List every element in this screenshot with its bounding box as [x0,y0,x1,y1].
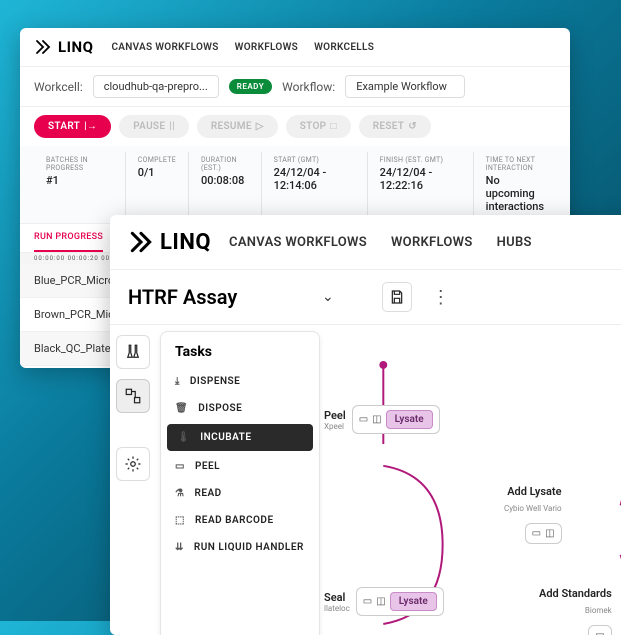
start-icon: |→ [84,121,97,132]
context-row: Workcell: cloudhub-qa-prepro... READY Wo… [20,67,570,107]
task-dispense[interactable]: ⤓DISPENSE [161,368,319,395]
pause-button[interactable]: PAUSE || [119,115,189,138]
tasks-header: Tasks [161,342,319,368]
reset-icon: ↺ [408,121,417,132]
workflow-title: HTRF Assay [128,285,308,309]
editor-body: Tasks ⤓DISPENSE 🗑DISPOSE 🌡INCUBATE ▭PEEL… [110,325,621,635]
labware-icon: ◫ [545,528,554,539]
chevron-down-icon[interactable]: ⌄ [322,289,334,305]
task-peel[interactable]: ▭PEEL [161,453,319,480]
node-peel[interactable]: Peel Xpeel ▭ ◫ Lysate [324,405,440,434]
device-icon: ▭ [363,596,372,607]
workcell-select[interactable]: cloudhub-qa-prepro... [93,75,219,98]
sidebar-labware-icon[interactable] [116,335,150,369]
stat-finish: FINISH (EST. GMT)24/12/04 - 12:22:16 [368,152,474,217]
save-button[interactable] [382,282,412,312]
title-row: HTRF Assay ⌄ ⋮ [110,270,621,325]
flask-icon: ⚗ [175,488,184,499]
task-incubate[interactable]: 🌡INCUBATE [167,424,313,451]
task-read-barcode[interactable]: ⬚READ BARCODE [161,507,319,534]
run-controls: START |→ PAUSE || RESUME ▷ STOP □ RESET … [20,107,570,146]
labware-icon: ◫ [372,414,381,425]
node-seal[interactable]: Seal llateloc ▭ ◫ Lysate [324,587,444,616]
workflow-select[interactable]: Example Workflow [345,75,465,98]
workflow-label: Workflow: [282,80,335,94]
stat-duration: DURATION (EST.)00:08:08 [189,152,262,217]
main-nav: CANVAS WORKFLOWS WORKFLOWS HUBS [229,235,532,250]
run-stats: BATCHES IN PROGRESS#1 COMPLETE0/1 DURATI… [20,146,570,224]
logo-icon [34,38,52,56]
stat-start: START (GMT)24/12/04 - 12:14:06 [262,152,368,217]
nav-workflows[interactable]: WORKFLOWS [235,42,298,53]
peel-icon: ▭ [175,461,185,472]
nav-workcells[interactable]: WORKCELLS [314,42,374,53]
stat-next-interaction: TIME TO NEXT INTERACTIONNo upcoming inte… [474,152,556,217]
stop-icon: □ [330,121,336,132]
tab-run-progress[interactable]: RUN PROGRESS [34,224,103,252]
lysate-tag: Lysate [390,592,437,611]
nav-canvas-workflows[interactable]: CANVAS WORKFLOWS [229,235,367,250]
logo: LINQ [34,38,93,56]
device-icon: ▭ [532,528,541,539]
stat-batches: BATCHES IN PROGRESS#1 [34,152,126,217]
sidebar-settings-icon[interactable] [116,447,150,481]
task-read[interactable]: ⚗READ [161,480,319,507]
node-add-standards[interactable]: Add Standards Biomek ▭ [539,587,612,635]
labware-icon: ◫ [376,596,385,607]
more-menu[interactable]: ⋮ [426,287,456,308]
workflow-canvas[interactable]: Peel Xpeel ▭ ◫ Lysate Add Lysate Cybio W… [324,325,621,635]
task-dispose[interactable]: 🗑DISPOSE [161,395,319,422]
tool-sidebar [110,325,156,635]
device-icon: ▭ [595,630,604,635]
reset-button[interactable]: RESET ↺ [359,115,431,138]
main-nav: CANVAS WORKFLOWS WORKFLOWS WORKCELLS [111,42,374,53]
gear-icon [124,455,142,473]
logo-icon [128,229,154,255]
resume-button[interactable]: RESUME ▷ [197,115,278,138]
sidebar-tasks-icon[interactable] [116,379,150,413]
play-icon: ▷ [256,121,264,132]
trash-icon: 🗑 [175,403,188,414]
pause-icon: || [169,121,175,132]
barcode-icon: ⬚ [175,515,185,526]
nav-workflows[interactable]: WORKFLOWS [391,235,473,250]
tasks-panel: Tasks ⤓DISPENSE 🗑DISPOSE 🌡INCUBATE ▭PEEL… [160,331,320,635]
node-add-lysate[interactable]: Add Lysate Cybio Well Vario ▭ ◫ [504,485,562,544]
task-run-liquid-handler[interactable]: ⇊RUN LIQUID HANDLER [161,534,319,561]
status-badge: READY [229,79,272,94]
lysate-tag: Lysate [386,410,433,429]
stop-button[interactable]: STOP □ [286,115,351,138]
start-button[interactable]: START |→ [34,115,111,138]
topbar: LINQ CANVAS WORKFLOWS WORKFLOWS WORKCELL… [20,28,570,67]
stat-complete: COMPLETE0/1 [126,152,189,217]
pipette-icon: ⇊ [175,542,184,553]
logo: LINQ [128,229,211,255]
app-window-canvas: LINQ CANVAS WORKFLOWS WORKFLOWS HUBS HTR… [110,215,621,635]
thermometer-icon: 🌡 [177,432,190,443]
device-icon: ▭ [359,414,368,425]
save-icon [389,289,405,305]
workcell-label: Workcell: [34,80,83,94]
nav-hubs[interactable]: HUBS [497,235,532,250]
topbar: LINQ CANVAS WORKFLOWS WORKFLOWS HUBS [110,215,621,270]
nav-canvas-workflows[interactable]: CANVAS WORKFLOWS [111,42,218,53]
dispense-icon: ⤓ [175,376,180,387]
